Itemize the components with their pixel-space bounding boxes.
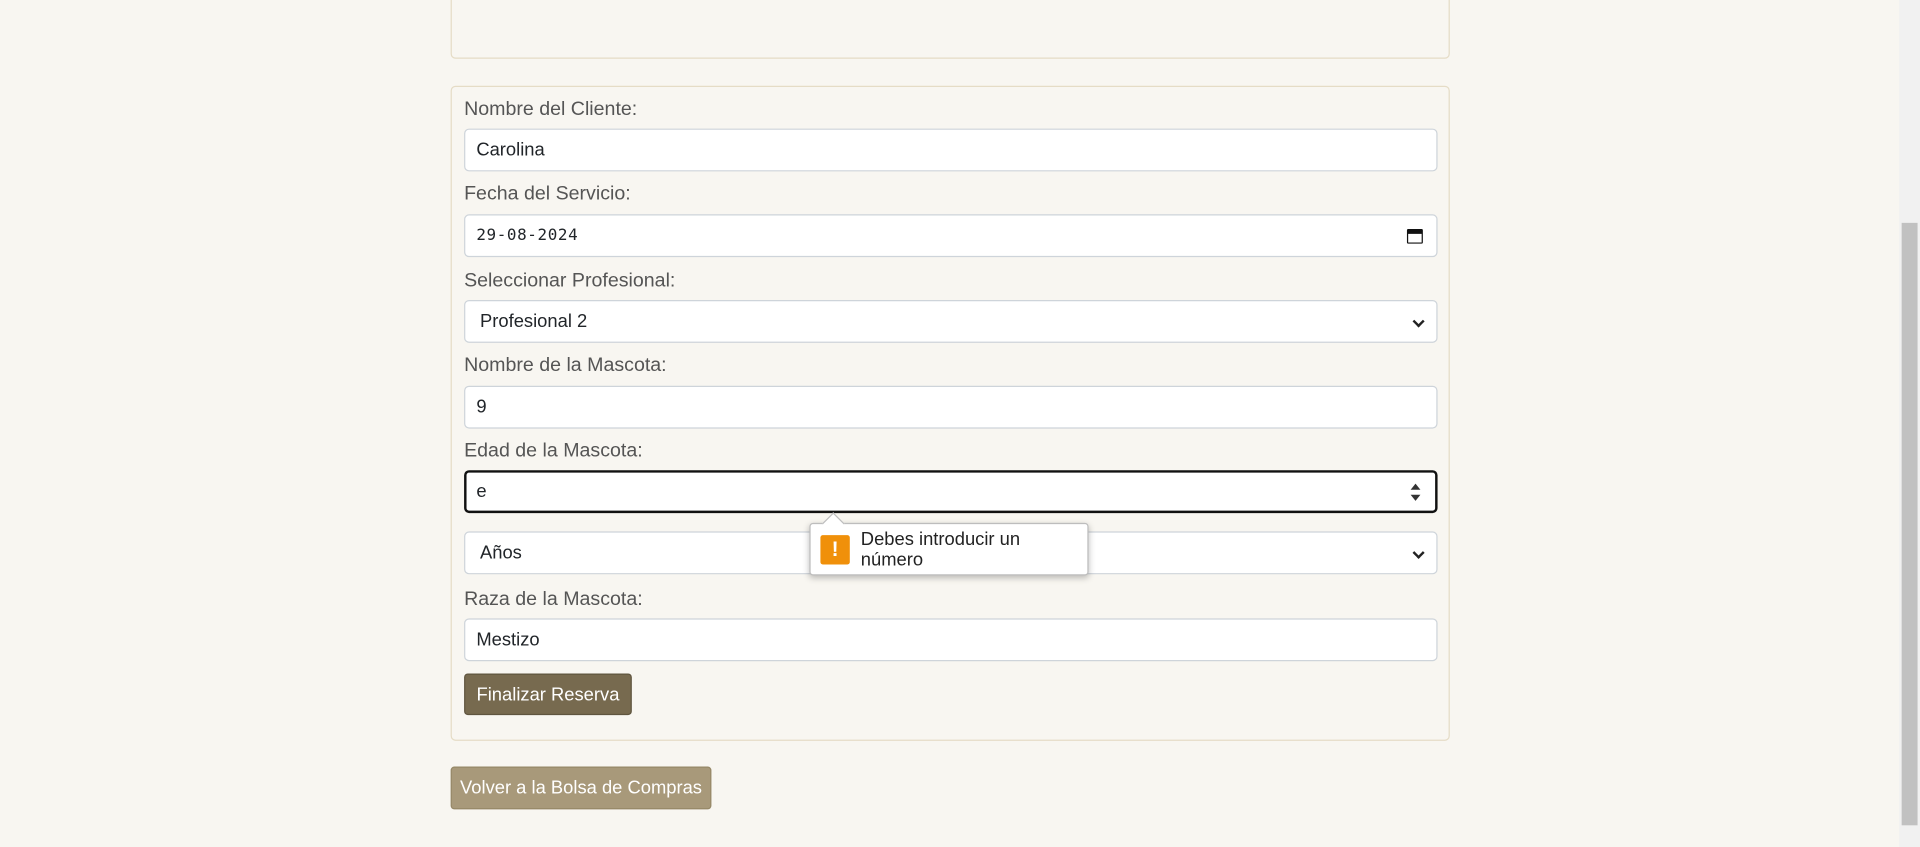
booking-form: Nombre del Cliente: Carolina Fecha del S…: [450, 85, 1450, 741]
professional-select[interactable]: Profesional 2: [464, 300, 1438, 343]
number-spinner-icon[interactable]: [1410, 483, 1421, 501]
pet-age-value: e: [476, 481, 487, 503]
breed-label: Raza de la Mascota:: [464, 588, 643, 610]
chevron-down-icon: [1412, 315, 1425, 328]
breed-input[interactable]: Mestizo: [464, 618, 1438, 662]
finalize-booking-button[interactable]: Finalizar Reserva: [464, 673, 632, 716]
validation-message: Debes introducir un número: [860, 528, 1021, 571]
calendar-icon[interactable]: [1406, 228, 1423, 244]
warning-icon: !: [820, 534, 850, 564]
age-unit-selected-value: Años: [480, 542, 522, 564]
breed-value: Mestizo: [476, 629, 540, 651]
client-name-label: Nombre del Cliente:: [464, 99, 638, 121]
professional-selected-value: Profesional 2: [480, 311, 588, 332]
scrollbar[interactable]: [1899, 0, 1920, 847]
service-date-value: 29-08-2024: [476, 226, 579, 245]
previous-section-card: [450, 0, 1450, 59]
pet-name-input[interactable]: 9: [464, 385, 1438, 429]
validation-tooltip: ! Debes introducir un número: [809, 522, 1089, 576]
pet-name-label: Nombre de la Mascota:: [464, 355, 667, 376]
scrollbar-thumb[interactable]: [1901, 222, 1918, 826]
spin-down-icon[interactable]: [1410, 494, 1421, 501]
pet-age-label: Edad de la Mascota:: [464, 440, 643, 462]
client-name-input[interactable]: Carolina: [464, 128, 1438, 172]
client-name-value: Carolina: [476, 139, 545, 161]
service-date-input[interactable]: 29-08-2024: [464, 214, 1438, 258]
chevron-down-icon: [1412, 546, 1425, 559]
professional-label: Seleccionar Profesional:: [464, 270, 676, 292]
service-date-label: Fecha del Servicio:: [464, 183, 631, 205]
spin-up-icon[interactable]: [1410, 483, 1421, 490]
back-to-cart-button[interactable]: Volver a la Bolsa de Compras: [450, 766, 712, 810]
page: Nombre del Cliente: Carolina Fecha del S…: [0, 0, 1920, 847]
pet-name-value: 9: [476, 396, 487, 418]
pet-age-input[interactable]: e: [464, 470, 1438, 514]
